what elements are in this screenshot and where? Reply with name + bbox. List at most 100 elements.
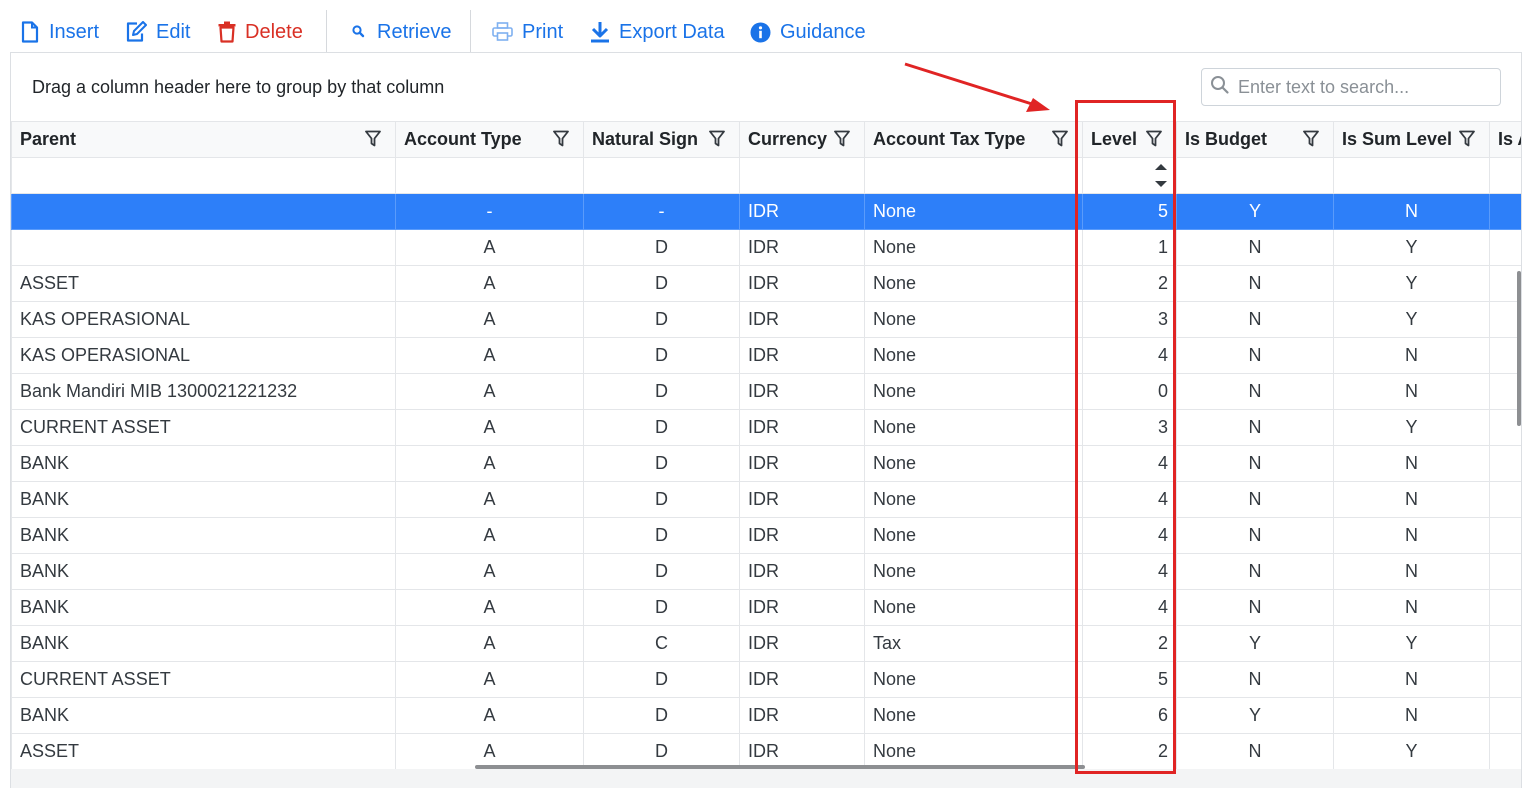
table-row[interactable]: BANK A D IDR None 4 N N bbox=[11, 553, 1521, 590]
cell-is-budget[interactable]: N bbox=[1176, 517, 1334, 554]
filter-cell-level[interactable] bbox=[1082, 157, 1177, 194]
cell-is-sum-level[interactable]: Y bbox=[1333, 625, 1490, 662]
table-row[interactable]: BANK A D IDR None 4 N N bbox=[11, 517, 1521, 554]
cell-partial[interactable] bbox=[1489, 553, 1521, 590]
cell-account-type[interactable]: A bbox=[395, 517, 584, 554]
cell-is-budget[interactable]: N bbox=[1176, 661, 1334, 698]
table-row[interactable]: BANK A C IDR Tax 2 Y Y bbox=[11, 625, 1521, 662]
cell-account-type[interactable]: A bbox=[395, 589, 584, 626]
filter-icon[interactable] bbox=[709, 130, 725, 153]
cell-account-tax-type[interactable]: None bbox=[864, 517, 1083, 554]
cell-is-budget[interactable]: Y bbox=[1176, 697, 1334, 734]
cell-currency[interactable]: IDR bbox=[739, 697, 865, 734]
cell-level[interactable]: 4 bbox=[1082, 517, 1177, 554]
table-row[interactable]: BANK A D IDR None 6 Y N bbox=[11, 697, 1521, 734]
cell-account-type[interactable]: A bbox=[395, 301, 584, 338]
column-header-partial[interactable]: Is A bbox=[1489, 121, 1521, 158]
table-row[interactable]: - - IDR None 5 Y N bbox=[11, 193, 1521, 230]
cell-is-sum-level[interactable]: N bbox=[1333, 337, 1490, 374]
column-header-is-sum-level[interactable]: Is Sum Level bbox=[1333, 121, 1490, 158]
delete-button[interactable]: Delete bbox=[218, 14, 303, 50]
cell-natural-sign[interactable]: D bbox=[583, 265, 740, 302]
cell-is-sum-level[interactable]: N bbox=[1333, 373, 1490, 410]
cell-is-sum-level[interactable]: N bbox=[1333, 661, 1490, 698]
cell-natural-sign[interactable]: D bbox=[583, 589, 740, 626]
cell-level[interactable]: 2 bbox=[1082, 265, 1177, 302]
cell-level[interactable]: 3 bbox=[1082, 409, 1177, 446]
cell-currency[interactable]: IDR bbox=[739, 193, 865, 230]
cell-currency[interactable]: IDR bbox=[739, 337, 865, 374]
filter-cell[interactable] bbox=[864, 157, 1083, 194]
column-header-account-tax-type[interactable]: Account Tax Type bbox=[864, 121, 1083, 158]
cell-level[interactable]: 2 bbox=[1082, 625, 1177, 662]
filter-icon[interactable] bbox=[365, 130, 381, 153]
filter-cell[interactable] bbox=[739, 157, 865, 194]
cell-is-budget[interactable]: N bbox=[1176, 553, 1334, 590]
column-header-account-type[interactable]: Account Type bbox=[395, 121, 584, 158]
cell-partial[interactable] bbox=[1489, 589, 1521, 626]
cell-account-tax-type[interactable]: None bbox=[864, 553, 1083, 590]
cell-partial[interactable] bbox=[1489, 445, 1521, 482]
cell-natural-sign[interactable]: D bbox=[583, 661, 740, 698]
cell-natural-sign[interactable]: D bbox=[583, 337, 740, 374]
cell-account-tax-type[interactable]: None bbox=[864, 373, 1083, 410]
cell-parent[interactable] bbox=[11, 193, 396, 230]
column-header-is-budget[interactable]: Is Budget bbox=[1176, 121, 1334, 158]
cell-account-type[interactable]: A bbox=[395, 481, 584, 518]
cell-natural-sign[interactable]: D bbox=[583, 229, 740, 266]
cell-is-budget[interactable]: N bbox=[1176, 733, 1334, 770]
cell-account-type[interactable]: A bbox=[395, 373, 584, 410]
cell-is-budget[interactable]: Y bbox=[1176, 625, 1334, 662]
cell-is-budget[interactable]: N bbox=[1176, 265, 1334, 302]
cell-level[interactable]: 4 bbox=[1082, 481, 1177, 518]
cell-level[interactable]: 4 bbox=[1082, 553, 1177, 590]
cell-natural-sign[interactable]: D bbox=[583, 301, 740, 338]
cell-natural-sign[interactable]: D bbox=[583, 373, 740, 410]
cell-account-tax-type[interactable]: None bbox=[864, 481, 1083, 518]
cell-natural-sign[interactable]: D bbox=[583, 409, 740, 446]
cell-parent[interactable]: BANK bbox=[11, 553, 396, 590]
cell-parent[interactable]: BANK bbox=[11, 517, 396, 554]
cell-parent[interactable]: BANK bbox=[11, 589, 396, 626]
cell-level[interactable]: 3 bbox=[1082, 301, 1177, 338]
cell-level[interactable]: 4 bbox=[1082, 445, 1177, 482]
cell-is-budget[interactable]: N bbox=[1176, 337, 1334, 374]
cell-account-type[interactable]: A bbox=[395, 661, 584, 698]
cell-account-type[interactable]: A bbox=[395, 445, 584, 482]
cell-parent[interactable]: BANK bbox=[11, 481, 396, 518]
cell-currency[interactable]: IDR bbox=[739, 589, 865, 626]
cell-partial[interactable] bbox=[1489, 661, 1521, 698]
cell-parent[interactable]: CURRENT ASSET bbox=[11, 409, 396, 446]
export-data-button[interactable]: Export Data bbox=[590, 14, 725, 50]
cell-is-sum-level[interactable]: N bbox=[1333, 193, 1490, 230]
cell-account-tax-type[interactable]: None bbox=[864, 661, 1083, 698]
cell-is-sum-level[interactable]: N bbox=[1333, 481, 1490, 518]
filter-icon[interactable] bbox=[1146, 130, 1162, 153]
cell-level[interactable]: 5 bbox=[1082, 661, 1177, 698]
cell-account-tax-type[interactable]: None bbox=[864, 301, 1083, 338]
filter-icon[interactable] bbox=[834, 130, 850, 153]
spin-arrows-icon[interactable] bbox=[1154, 162, 1168, 193]
filter-icon[interactable] bbox=[553, 130, 569, 153]
cell-is-budget[interactable]: N bbox=[1176, 409, 1334, 446]
cell-is-budget[interactable]: N bbox=[1176, 589, 1334, 626]
cell-is-budget[interactable]: N bbox=[1176, 373, 1334, 410]
cell-currency[interactable]: IDR bbox=[739, 481, 865, 518]
cell-level[interactable]: 4 bbox=[1082, 337, 1177, 374]
filter-icon[interactable] bbox=[1052, 130, 1068, 153]
group-panel[interactable]: Drag a column header here to group by th… bbox=[11, 53, 1521, 121]
cell-natural-sign[interactable]: D bbox=[583, 697, 740, 734]
filter-cell[interactable] bbox=[11, 157, 396, 194]
table-row[interactable]: KAS OPERASIONAL A D IDR None 3 N Y bbox=[11, 301, 1521, 338]
cell-currency[interactable]: IDR bbox=[739, 553, 865, 590]
cell-parent[interactable]: KAS OPERASIONAL bbox=[11, 337, 396, 374]
filter-cell[interactable] bbox=[1489, 157, 1521, 194]
table-row[interactable]: ASSET A D IDR None 2 N Y bbox=[11, 265, 1521, 302]
cell-level[interactable]: 6 bbox=[1082, 697, 1177, 734]
cell-level[interactable]: 0 bbox=[1082, 373, 1177, 410]
cell-account-type[interactable]: A bbox=[395, 337, 584, 374]
cell-natural-sign[interactable]: D bbox=[583, 517, 740, 554]
table-row[interactable]: A D IDR None 1 N Y bbox=[11, 229, 1521, 266]
cell-parent[interactable]: ASSET bbox=[11, 265, 396, 302]
insert-button[interactable]: Insert bbox=[20, 14, 99, 50]
